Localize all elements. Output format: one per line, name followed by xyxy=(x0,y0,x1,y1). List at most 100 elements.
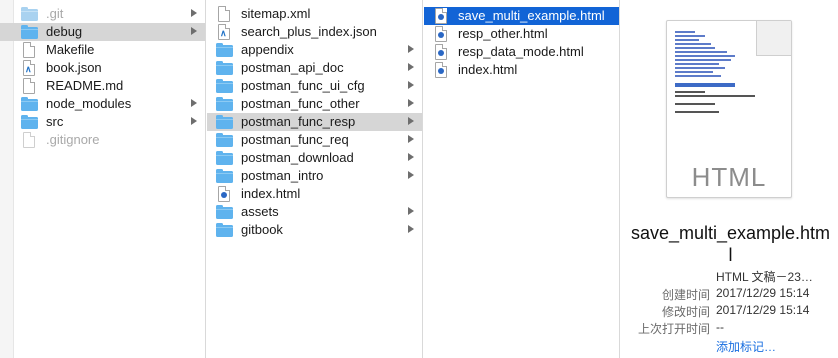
disclosure-arrow-icon xyxy=(408,207,414,215)
folder-icon xyxy=(215,132,233,148)
item-label: index.html xyxy=(458,62,518,77)
folder-icon xyxy=(215,78,233,94)
last-opened-value: -- xyxy=(716,320,724,334)
item-label: postman_func_ui_cfg xyxy=(241,78,365,93)
folder-icon xyxy=(20,96,38,112)
html-file-icon xyxy=(215,186,233,202)
created-label: 创建时间 xyxy=(661,288,710,302)
item-label: save_multi_example.html xyxy=(458,8,605,23)
item-label: src xyxy=(46,114,64,129)
file-item-index-html[interactable]: index.html xyxy=(424,61,619,79)
item-label: .git xyxy=(46,6,64,21)
disclosure-arrow-icon xyxy=(191,99,197,107)
file-item-search-plus-index-json[interactable]: ∧ search_plus_index.json xyxy=(207,23,422,41)
folder-icon xyxy=(215,96,233,112)
file-item-resp-other-html[interactable]: resp_other.html xyxy=(424,25,619,43)
file-item-book-json[interactable]: ∧ book.json xyxy=(0,59,205,77)
folder-icon xyxy=(20,24,38,40)
item-label: postman_func_other xyxy=(241,96,360,111)
add-tags-link[interactable]: 添加标记… xyxy=(716,338,776,354)
item-label: sitemap.xml xyxy=(241,6,311,21)
item-label: assets xyxy=(241,204,279,219)
folder-item-postman-func-ui-cfg[interactable]: postman_func_ui_cfg xyxy=(207,77,422,95)
folder-item-postman-download[interactable]: postman_download xyxy=(207,149,422,167)
folder-item-debug[interactable]: debug xyxy=(0,23,205,41)
item-label: node_modules xyxy=(46,96,132,111)
folder-item-postman-func-resp[interactable]: postman_func_resp xyxy=(207,113,422,131)
disclosure-arrow-icon xyxy=(408,99,414,107)
preview-content-lines xyxy=(675,31,755,115)
vscode-file-icon: ∧ xyxy=(20,60,38,76)
item-label: gitbook xyxy=(241,222,283,237)
modified-value: 2017/12/29 15:14 xyxy=(716,303,810,317)
folder-item-postman-intro[interactable]: postman_intro xyxy=(207,167,422,185)
vscode-file-icon: ∧ xyxy=(215,24,233,40)
folder-icon xyxy=(215,168,233,184)
folder-item-assets[interactable]: assets xyxy=(207,203,422,221)
html-file-icon xyxy=(432,44,450,60)
disclosure-arrow-icon xyxy=(408,81,414,89)
item-label: postman_func_req xyxy=(241,132,349,147)
file-item-index-html[interactable]: index.html xyxy=(207,185,422,203)
column-root[interactable]: .git debug Makefile ∧ book.json README.md node… xyxy=(0,0,206,358)
item-label: postman_intro xyxy=(241,168,324,183)
item-label: Makefile xyxy=(46,42,95,57)
tags-row: 添加标记… xyxy=(621,338,838,354)
item-label: .gitignore xyxy=(46,132,100,147)
column-postman-func-resp[interactable]: save_multi_example.html resp_other.htmlre… xyxy=(424,0,620,358)
item-label: book.json xyxy=(46,60,102,75)
folder-icon xyxy=(215,150,233,166)
created-row: 创建时间 2017/12/29 15:14 xyxy=(621,286,838,302)
item-label: postman_api_doc xyxy=(241,60,344,75)
folder-item-src[interactable]: src xyxy=(0,113,205,131)
column-debug[interactable]: sitemap.xml ∧ search_plus_index.jsonappend… xyxy=(207,0,423,358)
file-item-makefile[interactable]: Makefile xyxy=(0,41,205,59)
disclosure-arrow-icon xyxy=(191,27,197,35)
item-label: search_plus_index.json xyxy=(241,24,377,39)
disclosure-arrow-icon xyxy=(408,171,414,179)
folder-item-appendix[interactable]: appendix xyxy=(207,41,422,59)
page-fold-corner xyxy=(756,21,791,56)
item-label: resp_other.html xyxy=(458,26,548,41)
document-icon xyxy=(215,6,233,22)
file-item-sitemap-xml[interactable]: sitemap.xml xyxy=(207,5,422,23)
folder-icon xyxy=(215,204,233,220)
modified-row: 修改时间 2017/12/29 15:14 xyxy=(621,303,838,319)
kind-row: HTML 文稿－23… xyxy=(621,268,838,284)
preview-pane: HTML save_multi_example.htm l HTML 文稿－23… xyxy=(621,0,838,358)
disclosure-arrow-icon xyxy=(408,225,414,233)
folder-icon xyxy=(215,114,233,130)
html-file-icon xyxy=(432,62,450,78)
last-opened-row: 上次打开时间 -- xyxy=(621,320,838,336)
item-label: resp_data_mode.html xyxy=(458,44,584,59)
folder-item-postman-api-doc[interactable]: postman_api_doc xyxy=(207,59,422,77)
folder-item-git[interactable]: .git xyxy=(0,5,205,23)
disclosure-arrow-icon xyxy=(408,153,414,161)
folder-item-postman-func-req[interactable]: postman_func_req xyxy=(207,131,422,149)
item-label: debug xyxy=(46,24,83,39)
folder-icon xyxy=(215,60,233,76)
document-icon xyxy=(20,42,38,58)
item-label: appendix xyxy=(241,42,294,57)
file-item-resp-data-mode-html[interactable]: resp_data_mode.html xyxy=(424,43,619,61)
folder-item-gitbook[interactable]: gitbook xyxy=(207,221,422,239)
html-file-icon xyxy=(432,26,450,42)
file-type-label: HTML xyxy=(691,162,767,192)
document-icon xyxy=(20,78,38,94)
folder-icon xyxy=(215,222,233,238)
last-opened-label: 上次打开时间 xyxy=(637,322,710,336)
folder-item-postman-func-other[interactable]: postman_func_other xyxy=(207,95,422,113)
disclosure-arrow-icon xyxy=(408,45,414,53)
file-item-readme-md[interactable]: README.md xyxy=(0,77,205,95)
folder-item-node-modules[interactable]: node_modules xyxy=(0,95,205,113)
file-item-save-multi-example-html[interactable]: save_multi_example.html xyxy=(424,7,619,25)
item-label: postman_func_resp xyxy=(241,114,356,129)
kind-value: HTML 文稿－23… xyxy=(716,270,813,284)
html-file-icon xyxy=(432,8,450,24)
item-label: postman_download xyxy=(241,150,354,165)
disclosure-arrow-icon xyxy=(408,63,414,71)
file-preview-thumbnail[interactable]: HTML xyxy=(666,20,792,198)
disclosure-arrow-icon xyxy=(408,135,414,143)
file-item-gitignore[interactable]: .gitignore xyxy=(0,131,205,149)
disclosure-arrow-icon xyxy=(408,117,414,125)
